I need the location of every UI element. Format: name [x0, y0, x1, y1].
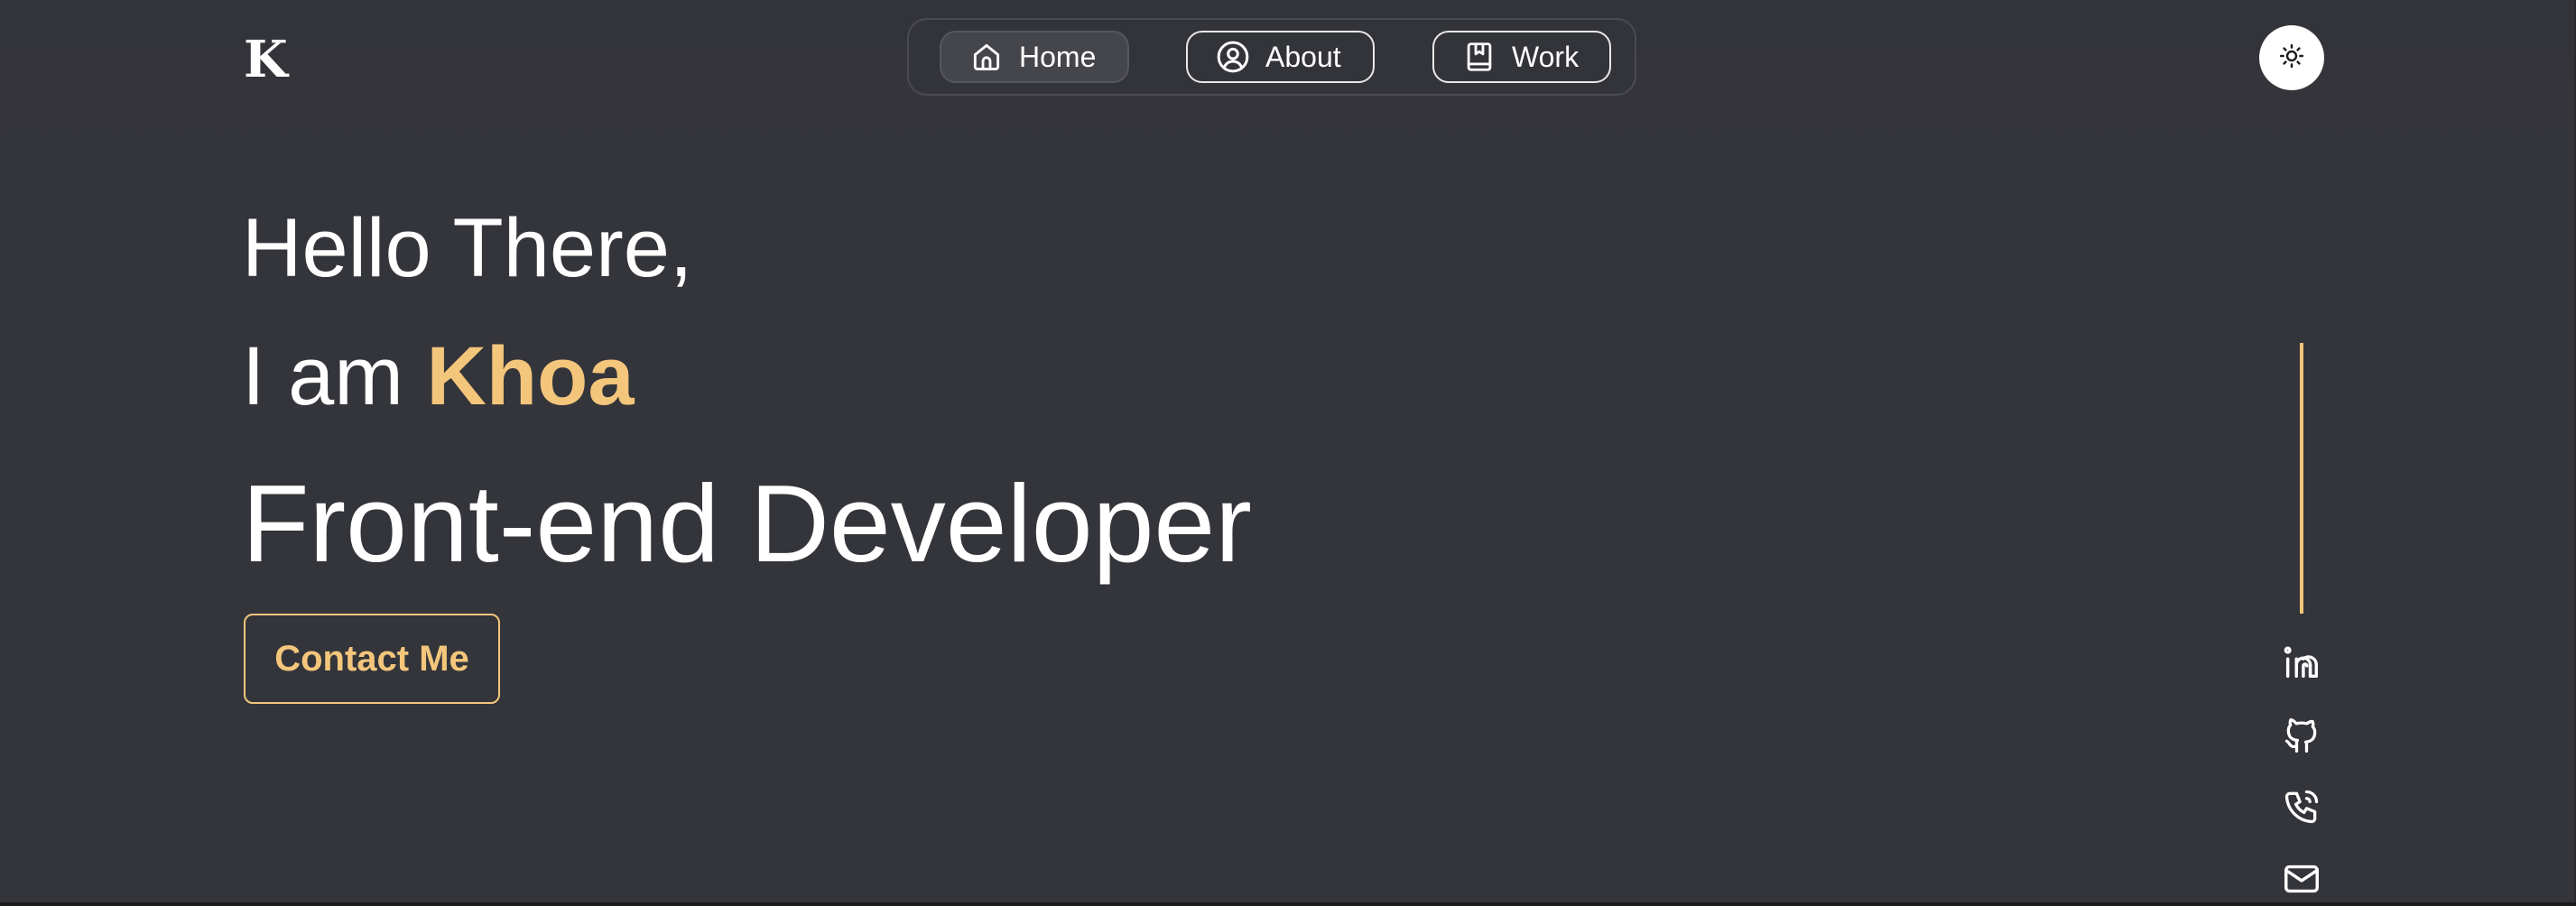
nav-about-label: About [1265, 40, 1341, 73]
mail-link[interactable] [2280, 859, 2323, 902]
book-bookmark-icon [1461, 39, 1497, 75]
nav-home-button[interactable]: Home [940, 31, 1129, 83]
phone-icon [2282, 787, 2321, 831]
hero-name: Khoa [426, 330, 635, 422]
window-edge-bottom [0, 902, 2576, 906]
hero-role: Front-end Developer [242, 462, 1252, 585]
mail-icon [2281, 858, 2322, 904]
nav-about-button[interactable]: About [1186, 31, 1375, 83]
home-icon [968, 39, 1005, 75]
hero-intro-prefix: I am [242, 330, 427, 422]
linkedin-icon [2281, 642, 2322, 688]
nav-home-label: Home [1019, 40, 1097, 73]
phone-link[interactable] [2280, 787, 2323, 830]
sun-icon [2278, 42, 2305, 74]
github-link[interactable] [2280, 715, 2323, 758]
nav-work-label: Work [1512, 40, 1580, 73]
page: K Home About Work Hello There, I am Khoa… [0, 0, 2576, 906]
linkedin-link[interactable] [2280, 643, 2323, 686]
user-circle-icon [1215, 39, 1251, 75]
contact-me-button[interactable]: Contact Me [244, 614, 500, 704]
logo[interactable]: K [244, 32, 288, 87]
social-divider-line [2300, 343, 2303, 614]
nav-work-button[interactable]: Work [1432, 31, 1611, 83]
github-icon [2282, 715, 2321, 759]
hero-intro: I am Khoa [242, 327, 634, 426]
hero-greeting: Hello There, [242, 202, 693, 294]
main-nav: Home About Work [907, 18, 1636, 96]
theme-toggle-button[interactable] [2259, 25, 2324, 90]
